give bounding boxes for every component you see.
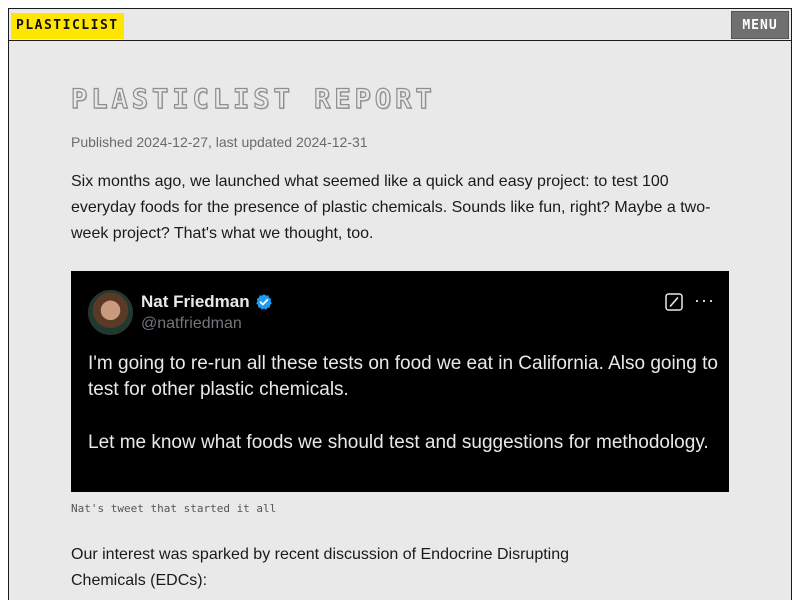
verified-badge-icon <box>255 294 272 310</box>
avatar[interactable] <box>88 290 133 335</box>
top-bar: PLASTICLIST MENU <box>9 9 791 41</box>
tweet-author-row: Nat Friedman <box>141 292 273 312</box>
menu-button[interactable]: MENU <box>731 11 789 39</box>
article-content: PLASTICLIST REPORT Published 2024-12-27,… <box>70 41 731 594</box>
more-options-icon[interactable]: ··· <box>694 290 715 310</box>
second-paragraph: Our interest was sparked by recent discu… <box>71 546 570 589</box>
published-date: Published 2024-12-27, last updated 2024-… <box>71 134 368 150</box>
embedded-tweet[interactable]: Nat Friedman @natfriedman ··· I'm going … <box>71 271 729 492</box>
tweet-author-name[interactable]: Nat Friedman <box>141 292 250 312</box>
tweet-line-1: I'm going to re-run all these tests on f… <box>88 353 718 400</box>
tweet-caption: Nat's tweet that started it all <box>71 502 277 515</box>
intro-paragraph: Six months ago, we launched what seemed … <box>71 173 711 242</box>
page-frame: PLASTICLIST MENU PLASTICLIST REPORT Publ… <box>8 8 792 600</box>
site-logo[interactable]: PLASTICLIST <box>11 13 124 39</box>
tweet-handle[interactable]: @natfriedman <box>141 315 242 333</box>
tweet-text: I'm going to re-run all these tests on f… <box>88 351 718 456</box>
grok-icon[interactable] <box>665 293 683 311</box>
page-title: PLASTICLIST REPORT <box>70 83 436 115</box>
tweet-line-2: Let me know what foods we should test an… <box>88 432 709 453</box>
